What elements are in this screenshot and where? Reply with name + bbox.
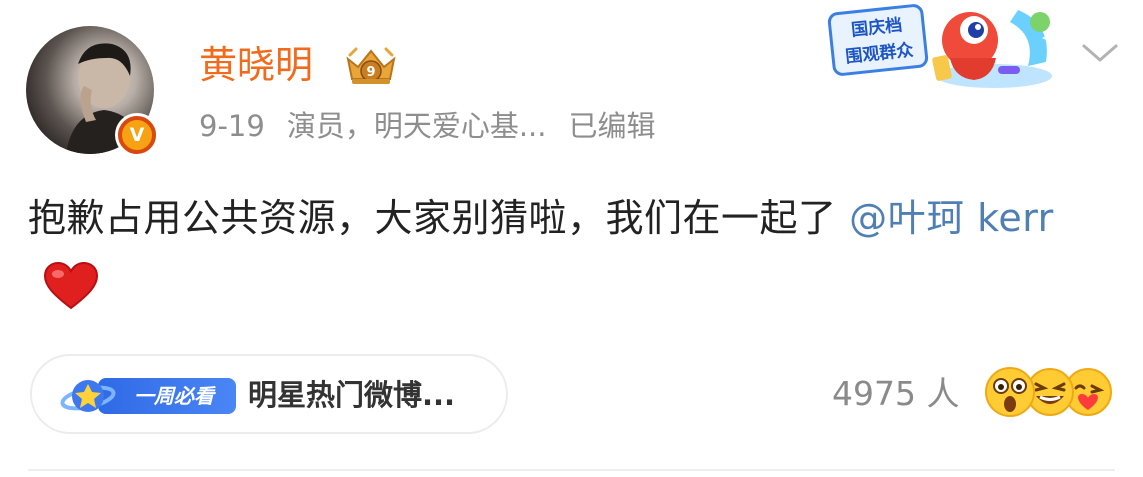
post-content: 抱歉占用公共资源，大家别猜啦，我们在一起了 @叶珂 kerr	[28, 184, 1118, 320]
edited-label[interactable]: 已编辑	[568, 109, 655, 143]
verified-v-icon: V	[118, 116, 156, 154]
post-text: 抱歉占用公共资源，大家别猜啦，我们在一起了	[28, 196, 850, 240]
weekly-topic-pill[interactable]: 一周必看 明星热门微博...	[30, 354, 508, 434]
verified-badge: V	[115, 113, 159, 157]
badge-level-text: 9	[366, 65, 375, 80]
post-meta: 9-19 演员，明天爱心基... 已编辑	[199, 106, 656, 146]
reaction-count[interactable]: 4975 人	[832, 372, 959, 416]
weekly-must-see-tag: 一周必看	[60, 374, 238, 418]
crown-member-badge-icon[interactable]: 9	[344, 45, 398, 89]
planet-star-icon	[60, 380, 116, 412]
holiday-promo-sticker[interactable]: 国庆档 围观群众	[814, 0, 1062, 92]
reaction-emoji-stack[interactable]	[984, 366, 1114, 422]
topic-text: 明星热门微博...	[248, 378, 456, 412]
author-description[interactable]: 演员，明天爱心基...	[287, 109, 547, 143]
mention-link[interactable]: @叶珂 kerr	[849, 196, 1054, 240]
promo-label: 国庆档 围观群众	[826, 3, 930, 77]
author-name[interactable]: 黄晓明	[199, 40, 313, 90]
chevron-down-icon[interactable]	[1080, 38, 1120, 68]
post-date: 9-19	[199, 109, 265, 143]
red-heart-icon	[43, 261, 99, 310]
post-divider	[28, 469, 1115, 471]
shocked-face-icon	[985, 367, 1035, 417]
